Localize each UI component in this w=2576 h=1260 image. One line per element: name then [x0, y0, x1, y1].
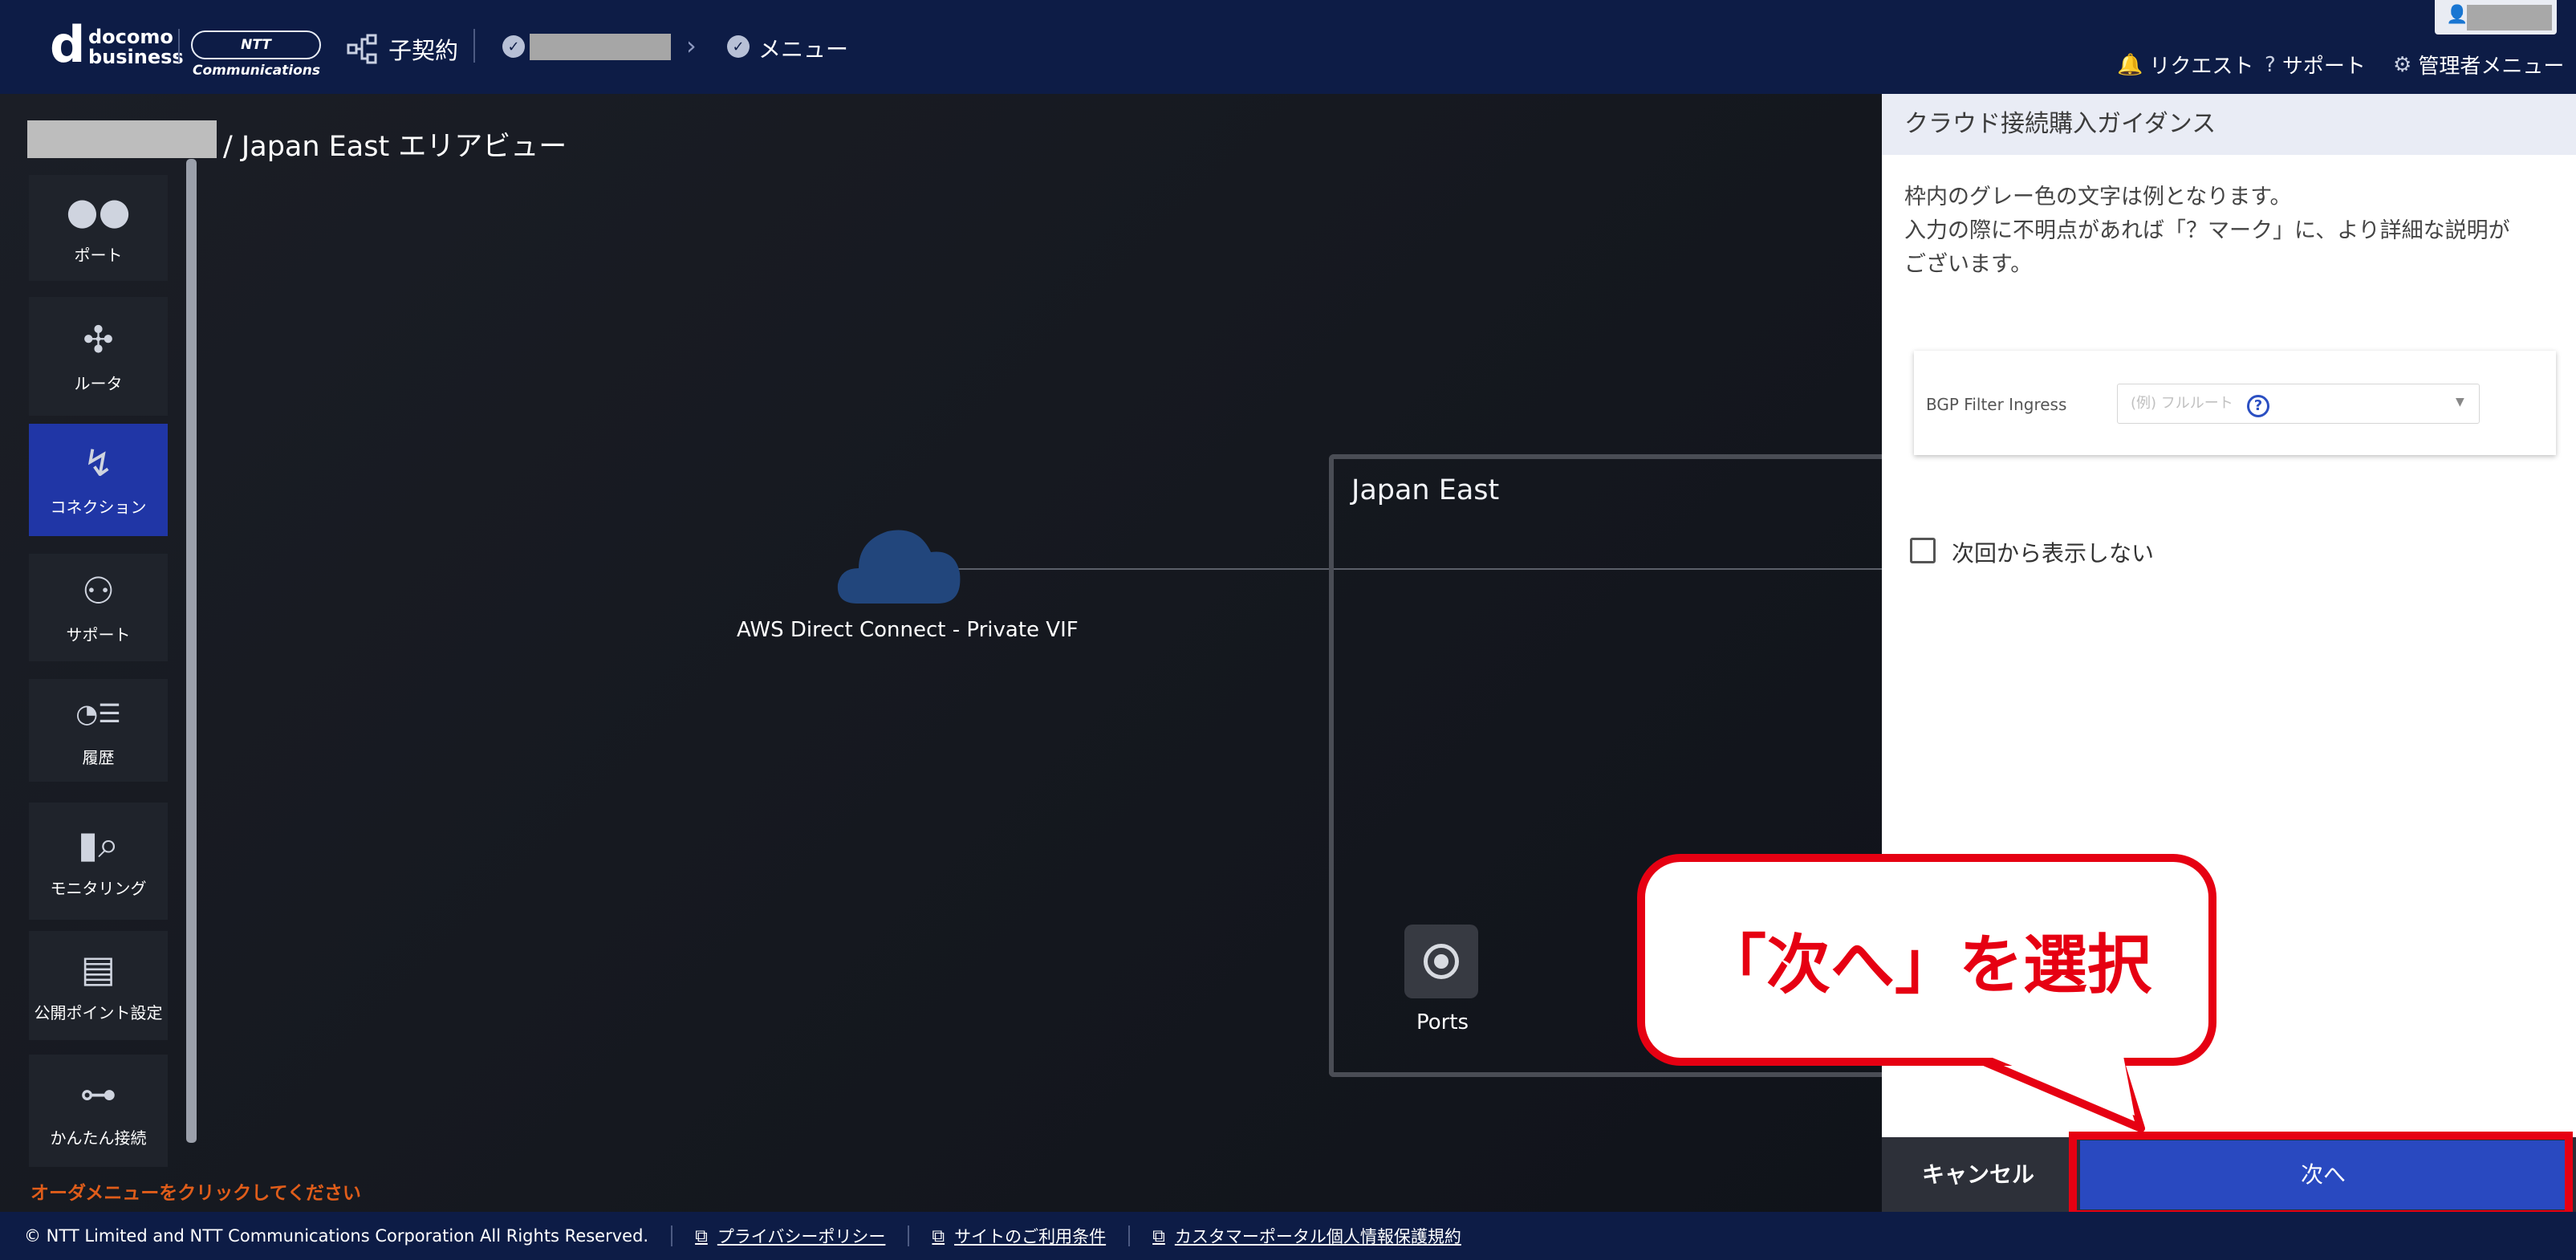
sidebar-item-monitoring[interactable]: ▮⌕ モニタリング	[29, 803, 168, 920]
copyright: © NTT Limited and NTT Communications Cor…	[24, 1226, 649, 1246]
instruction-callout: 「次へ」を選択	[1637, 854, 2216, 1066]
region-label: Japan East	[1351, 474, 1500, 506]
masked-contract-name[interactable]	[530, 34, 671, 60]
next-button-highlight	[2069, 1132, 2573, 1218]
history-icon: ◔☰	[75, 697, 121, 729]
footer-divider	[908, 1225, 910, 1246]
logo-text-business: business	[88, 46, 184, 68]
gear-icon: ⚙	[2393, 52, 2412, 77]
dont-show-again-checkbox[interactable]	[1910, 538, 1936, 563]
sidebar-item-label: ポート	[74, 245, 123, 265]
ntt-communications-logo: NTT Communications	[191, 30, 321, 79]
subcontract-link[interactable]: 子契約	[347, 32, 458, 66]
router-icon: ✣	[83, 317, 114, 361]
external-link-icon: ⧉	[932, 1225, 945, 1246]
dont-show-again-label[interactable]: 次回から表示しない	[1952, 536, 2154, 568]
admin-menu-link[interactable]: ⚙ 管理者メニュー	[2393, 50, 2564, 79]
hierarchy-icon	[347, 34, 377, 64]
panel-description: 枠内のグレー色の文字は例となります。 入力の際に不明点があれば「？マーク」に、よ…	[1904, 181, 2546, 282]
sidebar-item-router[interactable]: ✣ ルータ	[29, 297, 168, 416]
monitoring-icon: ▮⌕	[77, 822, 120, 866]
docomo-business-logo: docomo business	[88, 27, 184, 67]
sidebar-item-label: 公開ポイント設定	[34, 1002, 163, 1022]
menu-link[interactable]: メニュー	[758, 32, 848, 64]
dropdown-arrow-icon: ▼	[2456, 396, 2464, 408]
sidebar-item-label: モニタリング	[50, 878, 147, 898]
request-label: リクエスト	[2149, 55, 2254, 79]
chevron-right-icon: ›	[686, 30, 697, 61]
check-icon: ✓	[727, 35, 750, 58]
sidebar-item-ports[interactable]: ●● ポート	[29, 175, 168, 281]
sidebar-item-label: サポート	[66, 624, 131, 644]
logo-text-docomo: docomo	[88, 26, 173, 48]
check-icon: ✓	[502, 35, 525, 58]
terms-label: サイトのご利用条件	[954, 1227, 1107, 1246]
external-link-icon: ⧉	[695, 1225, 708, 1246]
help-question-icon[interactable]: ?	[2247, 395, 2269, 417]
masked-tenant-name	[27, 120, 217, 158]
desc-line: 入力の際に不明点があれば「？マーク」に、より詳細な説明が	[1904, 218, 2510, 243]
cloud-icon[interactable]	[835, 523, 963, 607]
connection-icon: ↯	[83, 441, 114, 485]
privacy-policy-link[interactable]: ⧉ プライバシーポリシー	[695, 1224, 885, 1248]
subcontract-label: 子契約	[388, 37, 459, 64]
terms-link[interactable]: ⧉ サイトのご利用条件	[932, 1224, 1106, 1248]
support-label: サポート	[2281, 55, 2366, 79]
support-user-icon: ⚇	[81, 568, 116, 612]
bgp-filter-select[interactable]: (例) フルルート	[2117, 384, 2480, 424]
page-title: / Japan East エリアビュー	[223, 131, 567, 163]
ports-label: Ports	[1416, 1010, 1469, 1034]
sidebar-item-connection[interactable]: ↯ コネクション	[29, 424, 168, 536]
easy-connect-icon: ⊶	[79, 1071, 117, 1116]
public-point-icon: ▤	[80, 946, 116, 990]
sidebar-item-label: 履歴	[82, 747, 115, 767]
sidebar-item-easy-connect[interactable]: ⊶ かんたん接続	[29, 1055, 168, 1167]
header-divider	[473, 29, 475, 63]
sidebar-scrollbar[interactable]	[186, 159, 197, 1143]
ports-button[interactable]	[1404, 925, 1478, 998]
masked-username	[2467, 5, 2552, 30]
privacy-policy-label: プライバシーポリシー	[717, 1227, 886, 1246]
sidebar-item-history[interactable]: ◔☰ 履歴	[29, 679, 168, 782]
footer-divider	[671, 1225, 673, 1246]
external-link-icon: ⧉	[1152, 1225, 1165, 1246]
support-link[interactable]: ? サポート	[2265, 50, 2366, 79]
personal-info-policy-label: カスタマーポータル個人情報保護規約	[1174, 1227, 1461, 1246]
panel-title: クラウド接続購入ガイダンス	[1882, 94, 2576, 155]
sidebar-item-public-point[interactable]: ▤ 公開ポイント設定	[29, 931, 168, 1040]
footer-divider	[1128, 1225, 1131, 1246]
page-footer: © NTT Limited and NTT Communications Cor…	[0, 1212, 2576, 1260]
user-icon: 👤	[2446, 5, 2468, 25]
radio-icon	[1424, 944, 1459, 979]
personal-info-policy-link[interactable]: ⧉ カスタマーポータル個人情報保護規約	[1152, 1224, 1461, 1248]
question-circle-icon: ?	[2265, 52, 2276, 77]
admin-menu-label: 管理者メニュー	[2418, 55, 2565, 79]
header-divider	[178, 29, 180, 63]
bell-icon: 🔔	[2117, 52, 2143, 77]
desc-line: 枠内のグレー色の文字は例となります。	[1904, 185, 2292, 209]
order-menu-notice: オーダメニューをクリックしてください	[30, 1183, 361, 1204]
cancel-button[interactable]: キャンセル	[1882, 1137, 2074, 1212]
request-link[interactable]: 🔔 リクエスト	[2117, 50, 2253, 79]
sidebar-item-label: かんたん接続	[50, 1128, 147, 1148]
sidebar-item-label: ルータ	[74, 373, 123, 393]
cloud-connection-label[interactable]: AWS Direct Connect - Private VIF	[737, 618, 1079, 642]
bgp-filter-label: BGP Filter Ingress	[1926, 395, 2067, 414]
desc-line: ございます。	[1904, 252, 2033, 277]
sidebar-item-support[interactable]: ⚇ サポート	[29, 554, 168, 661]
sidebar-item-label: コネクション	[50, 497, 147, 517]
docomo-logo-mark: d	[50, 15, 86, 74]
port-icon: ●●	[66, 189, 131, 233]
